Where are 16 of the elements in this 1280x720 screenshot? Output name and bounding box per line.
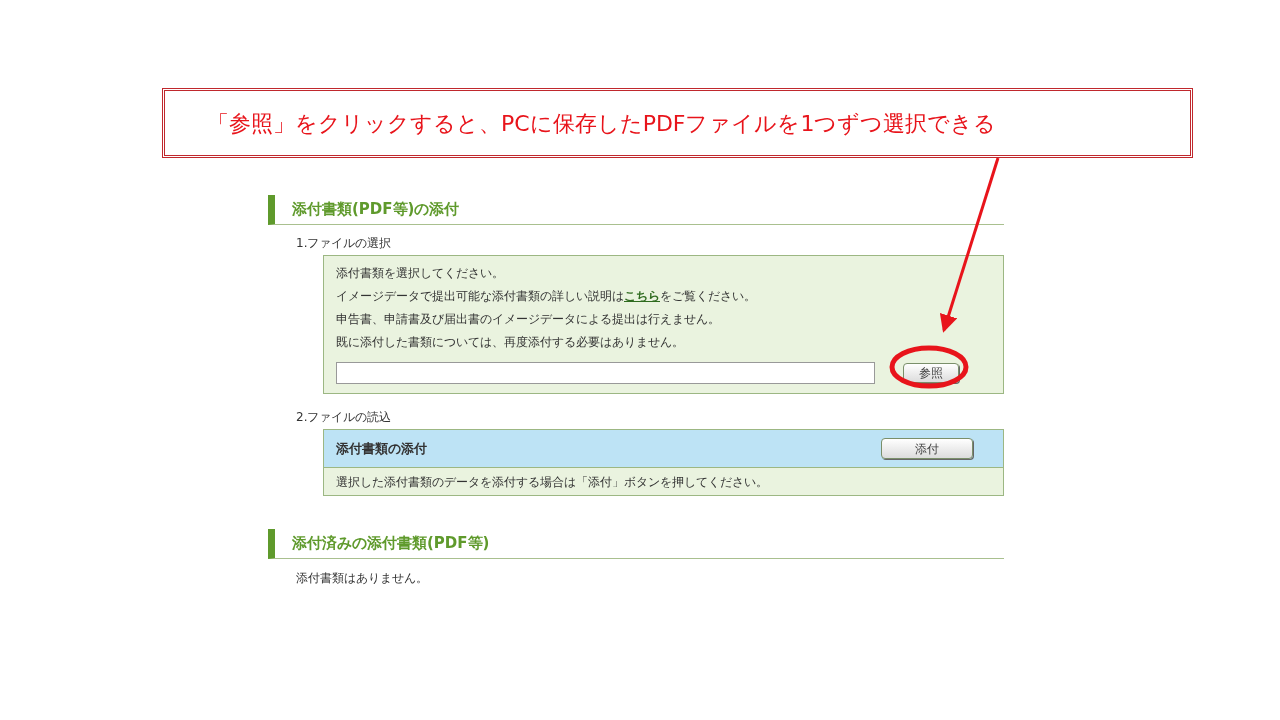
panel-title: 添付書類の添付	[336, 439, 427, 458]
instruction-text: 申告書、申請書及び届出書のイメージデータによる提出は行えません。	[336, 311, 721, 328]
instruction-text: 既に添付した書類については、再度添付する必要はありません。	[336, 334, 685, 351]
empty-message: 添付書類はありません。	[296, 570, 429, 587]
section-heading: 添付書類(PDF等)の添付	[268, 195, 1004, 225]
file-path-field[interactable]	[336, 362, 875, 384]
instruction-text: イメージデータで提出可能な添付書類の詳しい説明はこちらをご覧ください。	[336, 288, 757, 305]
details-link[interactable]: こちら	[624, 289, 660, 303]
instruction-text: 添付書類を選択してください。	[336, 265, 505, 282]
callout-text: 「参照」をクリックすると、PCに保存したPDFファイルを1つずつ選択できる	[207, 109, 997, 138]
section-heading: 添付済みの添付書類(PDF等)	[268, 529, 1004, 559]
attach-button[interactable]: 添付	[881, 438, 973, 459]
browse-button[interactable]: 参照	[903, 363, 959, 383]
step-label: 2.ファイルの読込	[296, 409, 393, 426]
step-label: 1.ファイルの選択	[296, 235, 393, 252]
note-text: 選択した添付書類のデータを添付する場合は「添付」ボタンを押してください。	[336, 473, 768, 491]
